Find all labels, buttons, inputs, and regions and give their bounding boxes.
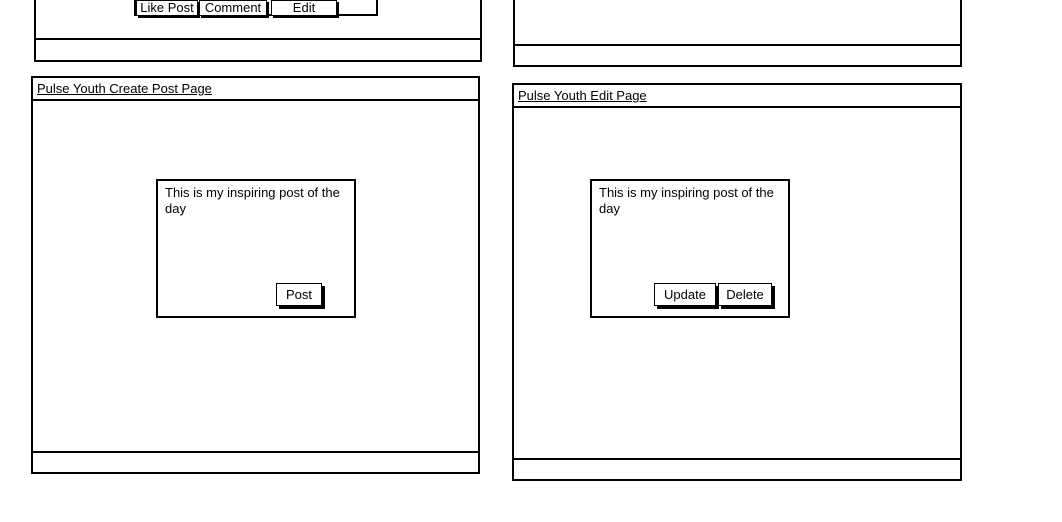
post-text-area[interactable]: This is my inspiring post of the day — [165, 185, 348, 217]
update-button[interactable]: Update — [654, 283, 716, 306]
edit-page-frame: Pulse Youth Edit Page This is my inspiri… — [512, 83, 962, 481]
edit-button[interactable]: Edit — [271, 0, 337, 16]
footer-divider — [515, 44, 960, 46]
create-post-page-frame: Pulse Youth Create Post Page This is my … — [31, 76, 480, 474]
edit-post-card: This is my inspiring post of the day Upd… — [590, 179, 790, 318]
profile-page-frame-partial — [513, 0, 962, 67]
like-post-button[interactable]: Like Post — [136, 0, 198, 16]
footer-divider — [514, 458, 960, 460]
edit-page-title-link[interactable]: Pulse Youth Edit Page — [518, 88, 647, 103]
post-text-area[interactable]: This is my inspiring post of the day — [599, 185, 782, 217]
post-button[interactable]: Post — [276, 283, 322, 306]
feed-page-frame-partial: Like Post Comment Edit — [34, 0, 482, 62]
header-divider — [33, 99, 478, 101]
comment-button[interactable]: Comment — [199, 0, 267, 16]
delete-button[interactable]: Delete — [718, 283, 772, 306]
create-post-card: This is my inspiring post of the day Pos… — [156, 179, 356, 318]
header-divider — [514, 106, 960, 108]
create-post-page-title-link[interactable]: Pulse Youth Create Post Page — [37, 81, 212, 96]
footer-divider — [36, 38, 480, 40]
footer-divider — [33, 451, 478, 453]
